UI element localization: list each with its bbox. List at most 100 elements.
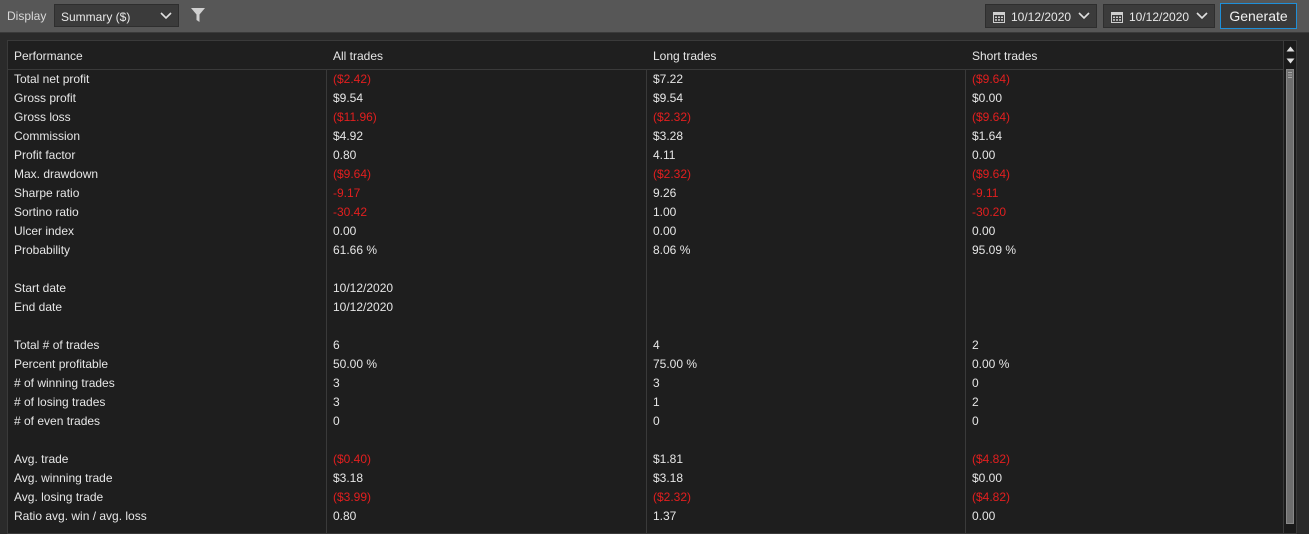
all-trades-value: 0.00 [333, 224, 357, 238]
table-row[interactable] [8, 317, 1284, 336]
table-row[interactable]: Ratio avg. win / avg. loss 0.80 1.37 0.00 [8, 507, 1284, 526]
all-trades-value: ($11.96) [333, 110, 377, 124]
long-trades-value: ($2.32) [653, 490, 692, 504]
row-label: Start date [14, 281, 67, 295]
all-trades-value: 61.66 % [333, 243, 378, 257]
table-row[interactable]: Gross profit $9.54 $9.54 $0.00 [8, 89, 1284, 108]
generate-button[interactable]: Generate [1220, 3, 1297, 29]
scroll-up-icon[interactable] [1285, 44, 1296, 54]
all-trades-value: 3 [333, 376, 340, 390]
date-to-value: 10/12/2020 [1129, 10, 1190, 24]
date-from-picker[interactable]: 10/12/2020 [985, 4, 1097, 28]
table-row[interactable]: Probability 61.66 % 8.06 % 95.09 % [8, 241, 1284, 260]
table-row[interactable]: # of even trades 0 0 0 [8, 412, 1284, 431]
all-trades-value: $4.92 [333, 129, 364, 143]
short-trades-value: ($4.82) [972, 452, 1011, 466]
table-row[interactable]: Avg. winning trade $3.18 $3.18 $0.00 [8, 469, 1284, 488]
short-trades-value: 0.00 % [972, 357, 1010, 371]
short-trades-value: 0 [972, 376, 979, 390]
table-row[interactable]: Max. drawdown ($9.64) ($2.32) ($9.64) [8, 165, 1284, 184]
row-label: Ratio avg. win / avg. loss [14, 509, 147, 523]
scrollbar-thumb[interactable] [1286, 69, 1294, 524]
date-to-picker[interactable]: 10/12/2020 [1103, 4, 1215, 28]
table-row[interactable]: # of winning trades 3 3 0 [8, 374, 1284, 393]
table-row[interactable]: Avg. losing trade ($3.99) ($2.32) ($4.82) [8, 488, 1284, 507]
short-trades-value: $0.00 [972, 471, 1003, 485]
long-trades-value: 3 [653, 376, 660, 390]
table-row[interactable]: # of losing trades 3 1 2 [8, 393, 1284, 412]
short-trades-value: 0.00 [972, 224, 996, 238]
table-row[interactable] [8, 431, 1284, 450]
table-row[interactable]: Ulcer index 0.00 0.00 0.00 [8, 222, 1284, 241]
long-trades-value: $7.22 [653, 72, 684, 86]
all-trades-value: 50.00 % [333, 357, 378, 371]
table-row[interactable]: Start date 10/12/2020 [8, 279, 1284, 298]
filter-icon[interactable] [191, 7, 205, 23]
row-label: Avg. losing trade [14, 490, 104, 504]
row-label: Total # of trades [14, 338, 100, 352]
table-header: Performance All trades Long trades Short… [8, 41, 1284, 70]
header-short-trades[interactable]: Short trades [972, 49, 1037, 63]
short-trades-value: 0.00 [972, 509, 996, 523]
all-trades-value: 10/12/2020 [333, 281, 394, 295]
header-long-trades[interactable]: Long trades [653, 49, 716, 63]
performance-table: Performance All trades Long trades Short… [7, 40, 1297, 534]
table-body: Total net profit ($2.42) $7.22 ($9.64) Gross… [8, 70, 1284, 526]
row-label: Total net profit [14, 72, 90, 86]
all-trades-value: 0.80 [333, 509, 357, 523]
table-row[interactable]: Total net profit ($2.42) $7.22 ($9.64) [8, 70, 1284, 89]
long-trades-value: 1.00 [653, 205, 677, 219]
short-trades-value: 0 [972, 414, 979, 428]
table-row[interactable]: Percent profitable 50.00 % 75.00 % 0.00 % [8, 355, 1284, 374]
row-label: # of winning trades [14, 376, 115, 390]
table-row[interactable]: Profit factor 0.80 4.11 0.00 [8, 146, 1284, 165]
table-row[interactable]: Sharpe ratio -9.17 9.26 -9.11 [8, 184, 1284, 203]
short-trades-value: 2 [972, 395, 979, 409]
all-trades-value: ($2.42) [333, 72, 372, 86]
row-label: Sortino ratio [14, 205, 79, 219]
short-trades-value: $1.64 [972, 129, 1003, 143]
all-trades-value: 6 [333, 338, 340, 352]
all-trades-value: 3 [333, 395, 340, 409]
grip-icon [1288, 72, 1292, 78]
row-label: Commission [14, 129, 81, 143]
table-row[interactable]: End date 10/12/2020 [8, 298, 1284, 317]
table-row[interactable]: Sortino ratio -30.42 1.00 -30.20 [8, 203, 1284, 222]
scroll-down-icon[interactable] [1285, 56, 1296, 66]
long-trades-value: ($2.32) [653, 167, 692, 181]
all-trades-value: $3.18 [333, 471, 364, 485]
all-trades-value: $9.54 [333, 91, 364, 105]
long-trades-value: 4 [653, 338, 660, 352]
all-trades-value: ($3.99) [333, 490, 372, 504]
row-label: Gross loss [14, 110, 71, 124]
date-from-value: 10/12/2020 [1011, 10, 1072, 24]
all-trades-value: 0.80 [333, 148, 357, 162]
table-row[interactable]: Commission $4.92 $3.28 $1.64 [8, 127, 1284, 146]
table-row[interactable]: Gross loss ($11.96) ($2.32) ($9.64) [8, 108, 1284, 127]
display-select-value: Summary ($) [61, 10, 131, 24]
row-label: Gross profit [14, 91, 77, 105]
table-row[interactable] [8, 260, 1284, 279]
display-select[interactable]: Summary ($) [54, 4, 179, 27]
long-trades-value: 4.11 [653, 148, 676, 162]
row-label: Max. drawdown [14, 167, 99, 181]
row-label: Percent profitable [14, 357, 109, 371]
calendar-icon [993, 12, 1005, 23]
vertical-scrollbar[interactable] [1283, 41, 1296, 533]
long-trades-value: 75.00 % [653, 357, 698, 371]
long-trades-value: $3.18 [653, 471, 684, 485]
long-trades-value: $1.81 [653, 452, 684, 466]
table-row[interactable]: Avg. trade ($0.40) $1.81 ($4.82) [8, 450, 1284, 469]
short-trades-value: ($9.64) [972, 167, 1011, 181]
header-all-trades[interactable]: All trades [333, 49, 383, 63]
long-trades-value: 8.06 % [653, 243, 691, 257]
header-performance[interactable]: Performance [14, 49, 83, 63]
long-trades-value: ($2.32) [653, 110, 692, 124]
all-trades-value: 10/12/2020 [333, 300, 394, 314]
short-trades-value: -9.11 [972, 186, 999, 200]
chevron-down-icon [1196, 12, 1208, 20]
display-label: Display [7, 9, 47, 23]
row-label: End date [14, 300, 63, 314]
all-trades-value: -30.42 [333, 205, 368, 219]
table-row[interactable]: Total # of trades 6 4 2 [8, 336, 1284, 355]
